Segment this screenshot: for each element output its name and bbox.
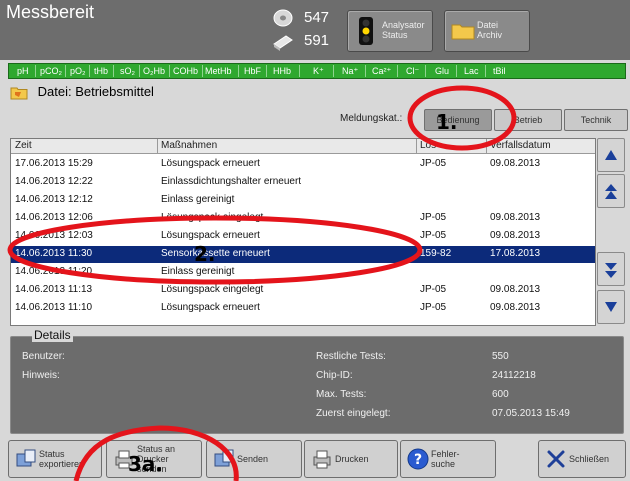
double-arrow-down-icon	[605, 263, 617, 278]
close-label: Schließen	[569, 454, 610, 464]
scroll-controls	[597, 138, 625, 324]
send-button[interactable]: Senden	[206, 440, 302, 478]
app-title: Messbereit	[6, 2, 95, 22]
arrow-up-icon	[605, 150, 617, 160]
arrow-down-icon	[605, 302, 617, 312]
col-header-expiry[interactable]: Verfallsdatum	[490, 139, 551, 153]
table-row[interactable]: 14.06.2013 12:03 Lösungspack erneuert JP-0…	[11, 228, 595, 245]
details-max-value: 600	[492, 389, 509, 400]
col-header-lot[interactable]: Los	[420, 139, 436, 153]
category-button-technical[interactable]: Technik	[564, 109, 628, 131]
table-row[interactable]: 14.06.2013 12:12 Einlass gereinigt	[11, 192, 595, 209]
param-hbf: HbF	[244, 66, 262, 76]
annotation-label-3a: 3a.	[128, 452, 164, 476]
error-search-label-1: Fehler-	[431, 449, 460, 459]
scroll-down-button[interactable]	[597, 290, 625, 324]
category-label: Meldungskat.:	[340, 113, 403, 124]
send-label: Senden	[237, 454, 269, 464]
close-icon	[547, 450, 565, 468]
analyzer-status-label-1: Analysator	[382, 20, 425, 30]
param-o2hb: O₂Hb	[143, 66, 165, 76]
parameter-strip: pH pCO₂ pO₂ tHb sO₂ O₂Hb COHb MetHb HbF …	[8, 63, 626, 79]
details-chip-value: 24112218	[492, 370, 536, 381]
svg-text:?: ?	[414, 452, 422, 468]
counter-cartridge-value: 591	[304, 32, 330, 49]
print-label: Drucken	[335, 454, 369, 464]
param-cl: Cl⁻	[406, 66, 420, 76]
param-hhb: HHb	[273, 66, 292, 76]
param-so2: sO₂	[120, 66, 135, 76]
param-po2: pO₂	[70, 66, 86, 76]
details-remaining-label: Restliche Tests:	[316, 351, 386, 362]
details-note-label: Hinweis:	[22, 370, 60, 381]
details-chip-label: Chip-ID:	[316, 370, 353, 381]
param-k: K⁺	[313, 66, 324, 76]
print-button[interactable]: Drucken	[304, 440, 398, 478]
error-search-label-2: suche	[431, 459, 456, 469]
col-header-actions[interactable]: Maßnahmen	[161, 139, 217, 153]
counter-disc-value: 547	[304, 9, 330, 26]
analyzer-status-button[interactable]: Analysator Status	[347, 10, 433, 52]
table-row[interactable]: 14.06.2013 12:06 Lösungspack eingelegt JP-…	[11, 210, 595, 227]
file-header: Datei: Betriebsmittel	[10, 84, 154, 100]
top-status-bar: Messbereit 547 591 Analysator Status Dat…	[0, 0, 630, 79]
col-header-time[interactable]: Zeit	[15, 139, 32, 153]
param-na: Na⁺	[342, 66, 359, 76]
file-archive-label-2: Archiv	[477, 30, 503, 40]
cartridge-icon	[273, 35, 293, 51]
status-export-button[interactable]: Status exportieren	[8, 440, 102, 478]
category-button-operation-mode[interactable]: Betrieb	[494, 109, 562, 131]
param-cohb: COHb	[173, 66, 199, 76]
category-button-operation[interactable]: Bedienung	[424, 109, 492, 131]
traffic-light-icon	[359, 17, 373, 45]
export-icon	[16, 449, 36, 467]
file-header-title: Datei: Betriebsmittel	[37, 84, 154, 99]
param-ca: Ca²⁺	[372, 66, 392, 76]
table-row-selected[interactable]: 14.06.2013 11:30 Sensorkassette erneuert 1…	[11, 246, 595, 263]
details-first-value: 07.05.2013 15:49	[492, 408, 570, 419]
details-max-label: Max. Tests:	[316, 389, 367, 400]
status-export-label-2: exportieren	[39, 459, 85, 469]
page-up-button[interactable]	[597, 174, 625, 208]
close-button[interactable]: Schließen	[538, 440, 626, 478]
table-row[interactable]: 14.06.2013 12:22 Einlassdichtungshalter e…	[11, 174, 595, 191]
error-search-button[interactable]: ? Fehler- suche	[400, 440, 496, 478]
file-archive-label-1: Datei	[477, 20, 499, 30]
file-archive-button[interactable]: Datei Archiv	[444, 10, 530, 52]
annotation-label-2: 2.	[194, 242, 216, 266]
param-glu: Glu	[435, 66, 450, 76]
param-lac: Lac	[464, 66, 479, 76]
folder-icon	[10, 87, 28, 100]
status-export-label-1: Status	[39, 449, 65, 459]
details-first-label: Zuerst eingelegt:	[316, 408, 391, 419]
annotation-label-1: 1.	[436, 110, 458, 134]
details-user-label: Benutzer:	[22, 351, 65, 362]
help-icon: ?	[407, 448, 429, 470]
folder-icon	[451, 24, 475, 40]
page-down-button[interactable]	[597, 252, 625, 286]
param-ph: pH	[17, 66, 29, 76]
param-pco2: pCO₂	[40, 66, 62, 76]
printer-icon	[313, 450, 331, 469]
analyzer-status-label-2: Status	[382, 30, 408, 40]
send-icon	[214, 449, 234, 467]
scroll-up-button[interactable]	[597, 138, 625, 172]
param-methb: MetHb	[205, 66, 232, 76]
details-title: Details	[32, 328, 73, 342]
disc-icon	[273, 9, 293, 27]
table-row[interactable]: 14.06.2013 11:20 Einlass gereinigt	[11, 264, 595, 281]
table-row[interactable]: 17.06.2013 15:29 Lösungspack erneuert JP-0…	[11, 156, 595, 173]
double-arrow-up-icon	[605, 184, 617, 199]
details-remaining-value: 550	[492, 351, 509, 362]
param-thb: tHb	[94, 66, 109, 76]
table-row[interactable]: 14.06.2013 11:13 Lösungspack eingelegt JP-…	[11, 282, 595, 299]
table-row[interactable]: 14.06.2013 11:10 Lösungspack erneuert JP-0…	[11, 300, 595, 317]
maintenance-log-table: Zeit Maßnahmen Los Verfallsdatum 17.06.2…	[10, 138, 596, 326]
param-tbil: tBil	[493, 66, 506, 76]
